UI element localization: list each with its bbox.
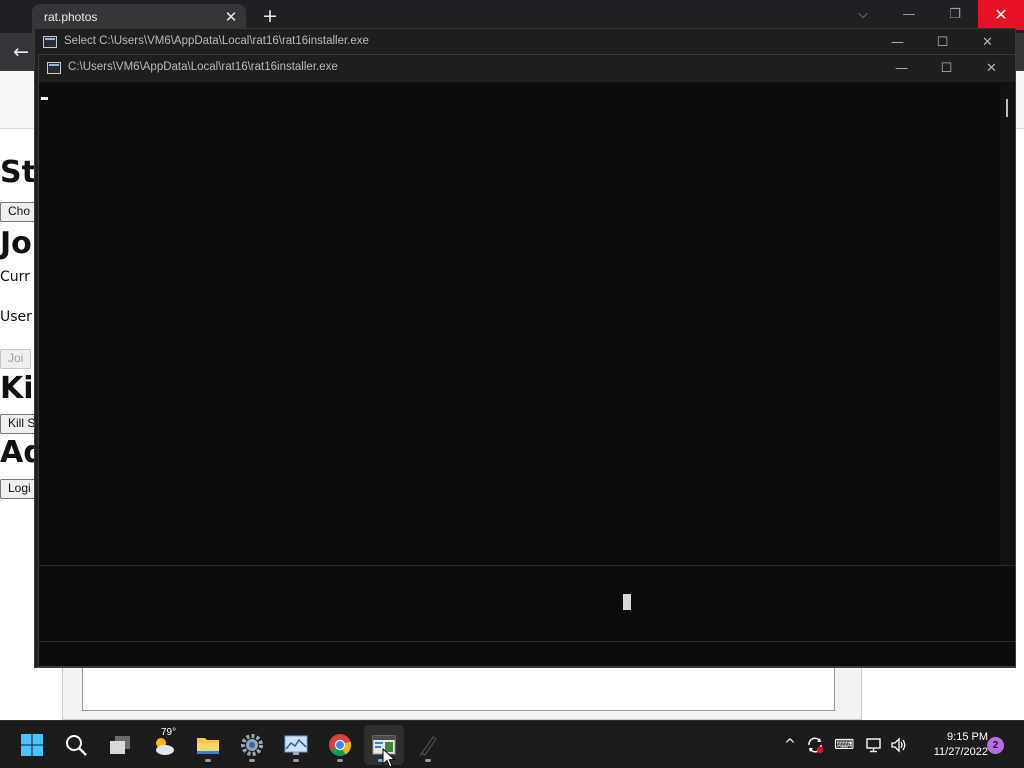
running-indicator xyxy=(293,759,299,762)
block-cursor xyxy=(623,594,631,610)
console-app-icon xyxy=(43,36,57,48)
console-back-maximize-button[interactable]: ☐ xyxy=(920,29,965,56)
network-icon[interactable] xyxy=(865,736,883,754)
taskbar: 79° ^ ⌨ 9:15 PM 11/27/2022 2 xyxy=(0,720,1024,768)
section-heading-join: Jo xyxy=(0,226,32,261)
keyboard-icon[interactable]: ⌨ xyxy=(834,736,854,754)
sync-alert-icon[interactable] xyxy=(806,736,824,754)
chrome-button[interactable] xyxy=(320,725,360,765)
browser-close-button[interactable]: ✕ xyxy=(978,0,1024,30)
volume-icon[interactable] xyxy=(890,736,908,754)
text-cursor xyxy=(41,97,48,100)
file-explorer-button[interactable] xyxy=(188,725,228,765)
mouse-pointer-icon xyxy=(382,748,396,768)
console-back-close-button[interactable]: ✕ xyxy=(965,29,1010,56)
search-button[interactable] xyxy=(56,725,96,765)
console-front-titlebar[interactable]: C:\Users\VM6\AppData\Local\rat16\rat16in… xyxy=(39,55,1015,82)
login-button[interactable]: Logi xyxy=(0,479,39,499)
weather-widget[interactable]: 79° xyxy=(144,725,184,765)
task-view-icon xyxy=(110,736,130,754)
console-front-close-button[interactable]: ✕ xyxy=(969,55,1014,82)
browser-restore-button[interactable]: ❐ xyxy=(932,0,978,30)
console-back-title: Select C:\Users\VM6\AppData\Local\rat16\… xyxy=(64,35,369,47)
photos-button[interactable] xyxy=(276,725,316,765)
tab-title: rat.photos xyxy=(44,10,98,24)
console-back-minimize-button[interactable]: — xyxy=(875,29,920,56)
console-scrollbar[interactable] xyxy=(1000,82,1015,565)
console-output[interactable] xyxy=(39,82,1002,565)
current-label: Curr xyxy=(0,269,30,285)
show-hidden-icons-chevron-icon[interactable]: ^ xyxy=(781,736,799,754)
console-front-minimize-button[interactable]: — xyxy=(879,55,924,82)
tab-close-icon[interactable]: ✕ xyxy=(222,8,240,26)
scrollbar-thumb[interactable] xyxy=(1006,99,1008,117)
system-clock[interactable]: 9:15 PM 11/27/2022 xyxy=(914,730,988,760)
console-app-icon xyxy=(47,62,61,74)
photos-icon xyxy=(284,735,308,755)
weather-temperature: 79° xyxy=(161,727,177,738)
section-heading-start: St xyxy=(0,155,36,190)
file-explorer-icon xyxy=(197,738,219,754)
running-indicator xyxy=(425,759,431,762)
running-indicator xyxy=(249,759,255,762)
notification-badge[interactable]: 2 xyxy=(987,737,1004,754)
choose-button[interactable]: Cho xyxy=(0,202,39,222)
search-icon xyxy=(66,735,87,756)
user-label: User xyxy=(0,309,32,325)
task-view-button[interactable] xyxy=(100,725,140,765)
start-button[interactable] xyxy=(12,725,52,765)
tab-search-icon[interactable]: ⌵ xyxy=(840,0,886,30)
running-indicator xyxy=(337,759,343,762)
pen-app-icon xyxy=(419,736,437,757)
start-icon xyxy=(21,734,43,756)
chrome-icon xyxy=(329,734,352,756)
pen-app-button[interactable] xyxy=(408,725,448,765)
join-button[interactable]: Joi xyxy=(0,349,32,369)
browser-minimize-button[interactable]: — xyxy=(886,0,932,30)
running-indicator xyxy=(205,759,211,762)
clock-date: 11/27/2022 xyxy=(933,746,988,758)
settings-icon xyxy=(241,734,263,756)
new-tab-button[interactable]: + xyxy=(259,5,281,27)
console-back-titlebar[interactable]: Select C:\Users\VM6\AppData\Local\rat16\… xyxy=(35,29,1015,56)
clock-time: 9:15 PM xyxy=(947,731,988,743)
console-front-title: C:\Users\VM6\AppData\Local\rat16\rat16in… xyxy=(68,61,338,73)
console-window-front[interactable]: C:\Users\VM6\AppData\Local\rat16\rat16in… xyxy=(38,54,1016,667)
console-lower-pane[interactable] xyxy=(39,565,1015,642)
back-arrow-icon[interactable]: ← xyxy=(8,40,34,64)
console-front-maximize-button[interactable]: ☐ xyxy=(924,55,969,82)
settings-button[interactable] xyxy=(232,725,272,765)
